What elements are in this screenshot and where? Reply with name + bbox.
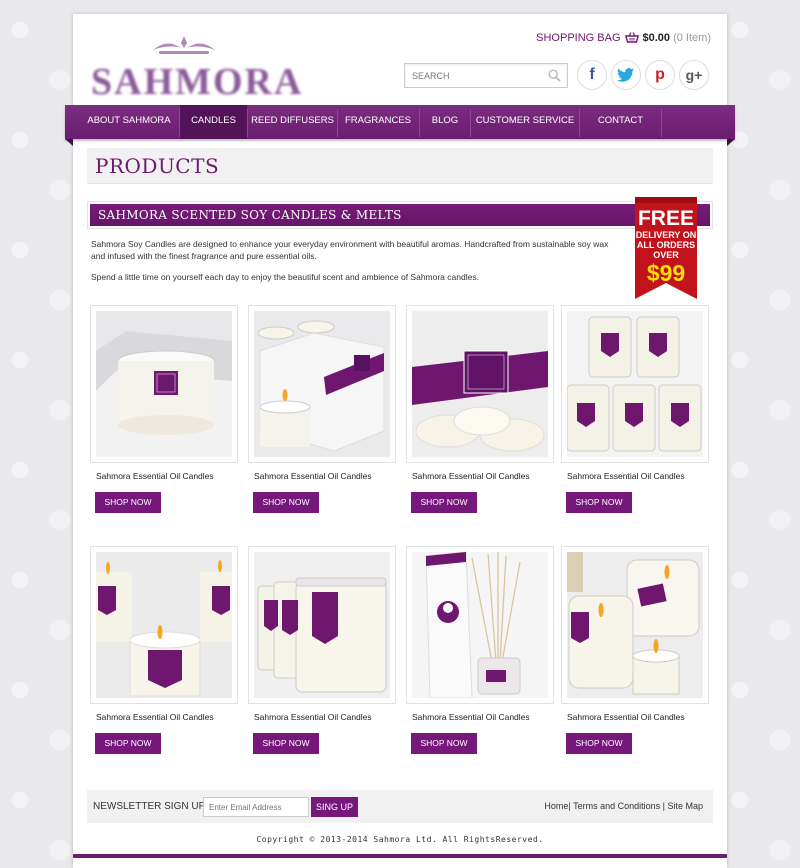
search-box[interactable]: [404, 63, 568, 88]
lit-candles-image[interactable]: [96, 552, 232, 698]
shop-now-button[interactable]: SHOP NOW: [95, 492, 161, 513]
glass-candles-lit-image[interactable]: [567, 552, 703, 698]
nav-candles[interactable]: CANDLES: [180, 105, 247, 139]
cart-amount: $0.00: [642, 32, 671, 44]
nav-reed-diffusers[interactable]: REED DIFFUSERS: [248, 105, 337, 139]
product-name[interactable]: Sahmora Essential Oil Candles: [567, 712, 709, 722]
section-heading: SAHMORA SCENTED SOY CANDLES & MELTS: [90, 204, 710, 226]
google-plus-icon[interactable]: g+: [679, 60, 709, 90]
reed-diffuser-image[interactable]: [412, 552, 548, 698]
product-name[interactable]: Sahmora Essential Oil Candles: [567, 471, 709, 481]
footer-bottom-bar: [73, 854, 727, 858]
nav-divider: [661, 109, 662, 137]
product-card: Sahmora Essential Oil Candles SHOP NOW: [561, 305, 709, 513]
logo-wordmark: SAHMORA: [91, 61, 304, 103]
product-card: Sahmora Essential Oil Candles SHOP NOW: [248, 305, 396, 513]
product-card: Sahmora Essential Oil Candles SHOP NOW: [406, 305, 554, 513]
product-image-frame[interactable]: [248, 546, 396, 704]
product-image-frame[interactable]: [561, 305, 709, 463]
shop-now-button[interactable]: SHOP NOW: [566, 492, 632, 513]
search-input[interactable]: [405, 64, 541, 87]
product-card: Sahmora Essential Oil Candles SHOP NOW: [90, 305, 238, 513]
promo-free: FREE: [638, 207, 694, 230]
product-image-frame[interactable]: [90, 305, 238, 463]
wax-melts-image[interactable]: [412, 311, 548, 457]
promo-line2: DELIVERY ON: [636, 230, 697, 240]
shop-now-button[interactable]: SHOP NOW: [253, 492, 319, 513]
intro-paragraph-2: Spend a little time on yourself each day…: [91, 272, 479, 282]
product-name[interactable]: Sahmora Essential Oil Candles: [96, 471, 238, 481]
search-icon[interactable]: [548, 69, 561, 87]
product-image-frame[interactable]: [90, 546, 238, 704]
newsletter-label: NEWSLETTER SIGN UP: [93, 801, 206, 812]
product-name[interactable]: Sahmora Essential Oil Candles: [96, 712, 238, 722]
product-name[interactable]: Sahmora Essential Oil Candles: [412, 471, 554, 481]
shop-now-button[interactable]: SHOP NOW: [411, 492, 477, 513]
nav-fragrances[interactable]: FRAGRANCES: [338, 105, 418, 139]
product-name[interactable]: Sahmora Essential Oil Candles: [254, 712, 396, 722]
promo-amount: $99: [647, 260, 685, 286]
shop-now-button[interactable]: SHOP NOW: [253, 733, 319, 754]
main-nav: ABOUT SAHMORA CANDLES REED DIFFUSERS FRA…: [65, 105, 735, 146]
product-card: Sahmora Essential Oil Candles SHOP NOW: [248, 546, 396, 754]
footer-link-terms[interactable]: Terms and Conditions: [573, 801, 660, 811]
glass-candle-jars-image[interactable]: [254, 552, 390, 698]
product-image-frame[interactable]: [248, 305, 396, 463]
crest-icon: [153, 36, 215, 54]
nav-blog[interactable]: BLOG: [420, 105, 470, 139]
section-heading-bar: SAHMORA SCENTED SOY CANDLES & MELTS: [87, 201, 713, 229]
newsletter-bar: NEWSLETTER SIGN UP SING UP Home| Terms a…: [87, 790, 713, 823]
page-title-bar: PRODUCTS: [87, 148, 713, 184]
footer-link-home[interactable]: Home: [544, 801, 568, 811]
shop-now-button[interactable]: SHOP NOW: [566, 733, 632, 754]
shopping-bag-label[interactable]: SHOPPING BAG: [536, 32, 620, 44]
basket-icon[interactable]: [624, 32, 639, 46]
page-title: PRODUCTS: [95, 154, 220, 178]
shop-now-button[interactable]: SHOP NOW: [411, 733, 477, 754]
copyright-text: Copyright © 2013-2014 Sahmora Ltd. All R…: [256, 835, 544, 844]
nav-contact[interactable]: CONTACT: [580, 105, 661, 139]
free-delivery-ribbon[interactable]: FREE DELIVERY ON ALL ORDERS OVER $99: [633, 195, 699, 301]
product-name[interactable]: Sahmora Essential Oil Candles: [254, 471, 396, 481]
nav-about-sahmora[interactable]: ABOUT SAHMORA: [83, 105, 175, 139]
facebook-icon[interactable]: f: [577, 60, 607, 90]
footer-links: Home| Terms and Conditions | Site Map: [544, 801, 703, 811]
newsletter-signup-button[interactable]: SING UP: [311, 797, 358, 817]
page-container: SAHMORA SHOPPING BAG $0.00 (0 Item) f p g…: [65, 14, 735, 868]
intro-paragraph-1: Sahmora Soy Candles are designed to enha…: [91, 239, 609, 261]
promo-line4: OVER: [653, 250, 679, 260]
promo-line3: ALL ORDERS: [637, 240, 695, 250]
product-image-frame[interactable]: [406, 305, 554, 463]
product-card: Sahmora Essential Oil Candles SHOP NOW: [561, 546, 709, 754]
shop-now-button[interactable]: SHOP NOW: [95, 733, 161, 754]
product-image-frame[interactable]: [406, 546, 554, 704]
shopping-bag-summary[interactable]: SHOPPING BAG $0.00 (0 Item): [536, 32, 711, 46]
candle-jar-in-box-image[interactable]: [96, 311, 232, 457]
stacked-candle-jars-image[interactable]: [567, 311, 703, 457]
intro-text: Sahmora Soy Candles are designed to enha…: [91, 239, 611, 294]
twitter-icon[interactable]: [611, 60, 641, 90]
newsletter-email-input[interactable]: [203, 797, 309, 817]
product-name[interactable]: Sahmora Essential Oil Candles: [412, 712, 554, 722]
tealight-candles-box-image[interactable]: [254, 311, 390, 457]
nav-customer-service[interactable]: CUSTOMER SERVICE: [471, 105, 579, 139]
product-image-frame[interactable]: [561, 546, 709, 704]
product-card: Sahmora Essential Oil Candles SHOP NOW: [90, 546, 238, 754]
pinterest-icon[interactable]: p: [645, 60, 675, 90]
sahmora-logo[interactable]: SAHMORA: [91, 34, 301, 103]
footer-link-sitemap[interactable]: Site Map: [667, 801, 703, 811]
cart-item-count: (0 Item): [673, 32, 711, 44]
product-card: Sahmora Essential Oil Candles SHOP NOW: [406, 546, 554, 754]
